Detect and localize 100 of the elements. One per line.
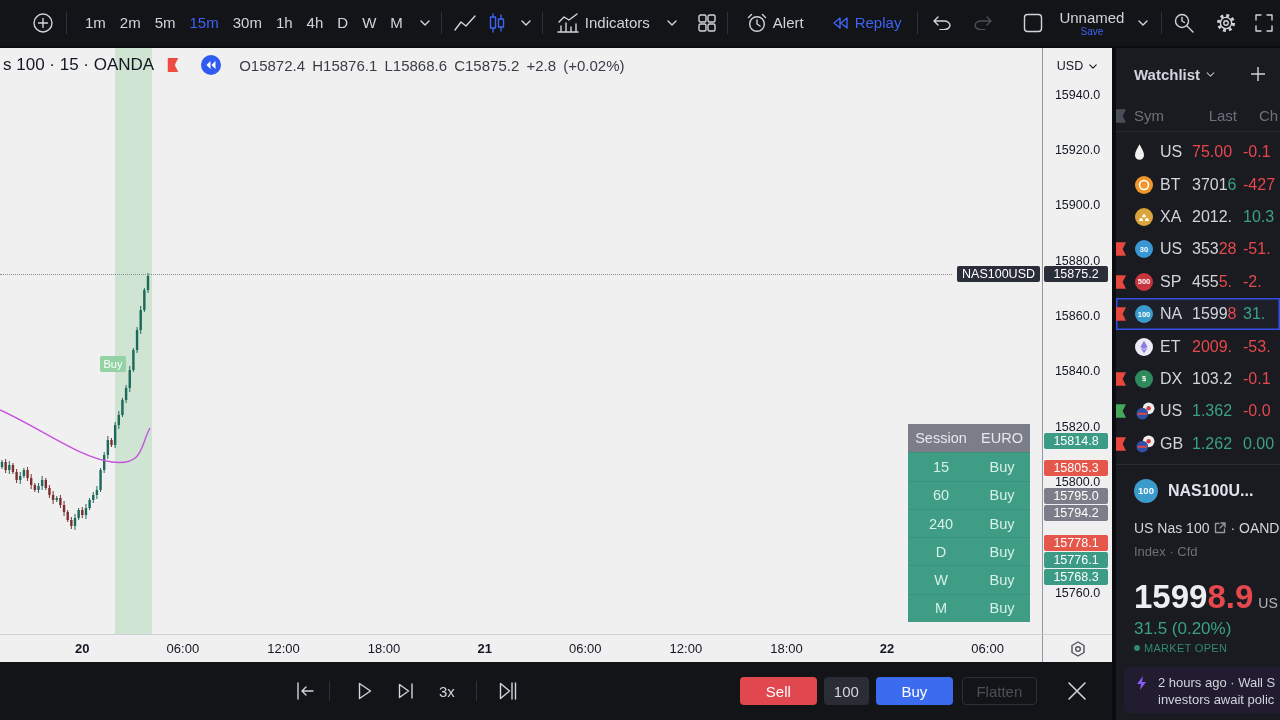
flag-icon[interactable] — [1116, 371, 1126, 386]
time-label: 18:00 — [770, 641, 803, 656]
table-cell: M — [908, 593, 974, 623]
time-label: 12:00 — [267, 641, 300, 656]
alarm-clock-icon — [746, 13, 767, 33]
symbol-text: ET — [1160, 337, 1182, 356]
symbol-text: US — [1160, 240, 1184, 259]
interval-button[interactable]: D — [330, 10, 356, 36]
symbol-text: US — [1160, 402, 1184, 421]
speed-button[interactable]: 3x — [435, 680, 459, 702]
sell-button[interactable]: Sell — [739, 677, 817, 705]
symbol-text: GB — [1160, 434, 1185, 453]
alert-button[interactable]: Alert — [746, 13, 804, 33]
layout-name[interactable]: Unnamed — [1059, 8, 1125, 26]
column-header[interactable]: Last — [1208, 107, 1237, 124]
flag-icon[interactable] — [167, 58, 180, 72]
flag-pair-icon — [1135, 402, 1155, 421]
symbol-badge: 100 — [1134, 478, 1158, 503]
flag-icon[interactable] — [1116, 307, 1126, 322]
last-price: 2009. — [1192, 337, 1234, 356]
price-change: -0.1 — [1243, 143, 1272, 162]
last-price: 15998 — [1192, 305, 1238, 324]
last-price: 75.00 — [1192, 143, 1234, 162]
price-change: 0.00 — [1243, 434, 1276, 453]
flag-icon[interactable] — [1116, 274, 1126, 289]
price-change: 31. — [1243, 305, 1267, 324]
rewind-icon[interactable] — [201, 55, 222, 75]
chevron-down-icon[interactable] — [1138, 20, 1149, 26]
price-change: -53. — [1243, 337, 1272, 356]
buy-marker: Buy — [100, 356, 126, 372]
ohlc-values: O15872.4 H15876.1 L15868.6 C15875.2 +2.8 (+0.02%) — [239, 56, 625, 74]
table-cell: Buy — [974, 480, 1030, 509]
step-forward-icon[interactable] — [398, 683, 414, 699]
chevron-down-icon[interactable] — [666, 20, 677, 26]
price-tick: 15920.0 — [1053, 143, 1102, 157]
interval-button[interactable]: 1h — [268, 10, 300, 36]
interval-button[interactable]: 4h — [299, 10, 331, 36]
chevron-down-icon[interactable] — [419, 20, 430, 26]
close-icon[interactable] — [1067, 682, 1086, 700]
table-cell: 15 — [908, 452, 974, 481]
price-tick: 15800.0 — [1053, 475, 1102, 489]
save-link[interactable]: Save — [1080, 25, 1104, 38]
price-label: 15814.8 — [1044, 433, 1108, 450]
market-status: MARKET OPEN — [1144, 641, 1228, 654]
time-label: 06:00 — [971, 641, 1004, 656]
search-icon[interactable] — [1174, 13, 1195, 33]
plus-icon[interactable] — [1251, 67, 1265, 81]
undo-icon[interactable] — [933, 16, 952, 30]
grid-icon[interactable] — [697, 14, 716, 32]
watchlist-row[interactable]: GB 1.262 0.00 — [1116, 427, 1280, 460]
price-change: -427 — [1243, 175, 1277, 194]
square-icon[interactable] — [1023, 13, 1044, 33]
settings-icon[interactable] — [1216, 13, 1237, 33]
interval-button[interactable]: 5m — [147, 10, 183, 36]
time-label: 20 — [75, 641, 90, 656]
line-chart-icon[interactable] — [453, 15, 476, 31]
symbol-text: US — [1160, 143, 1184, 162]
watchlist-row[interactable]: US 1.362 -0.0 — [1116, 395, 1280, 428]
indicators-button[interactable]: Indicators — [556, 13, 650, 33]
watchlist-title[interactable]: Watchlist — [1134, 65, 1201, 83]
chevron-down-icon[interactable] — [520, 20, 531, 26]
last-price: 1.362 — [1192, 402, 1234, 421]
skip-forward-icon[interactable] — [498, 682, 517, 700]
interval-button[interactable]: 15m — [182, 10, 226, 36]
table-cell: W — [908, 565, 974, 594]
watchlist-row[interactable]: BT 37016 -427 — [1116, 168, 1280, 201]
hexagon-icon[interactable] — [1069, 640, 1086, 657]
replay-button[interactable]: Replay — [831, 13, 902, 33]
buy-button[interactable]: Buy — [875, 677, 953, 705]
jump-back-icon[interactable] — [296, 682, 314, 700]
column-header[interactable]: Sym — [1130, 107, 1164, 124]
price-change: 31.5 (0.20%) — [1134, 618, 1232, 639]
news-card[interactable]: 2 hours ago · Wall S investors await polic — [1124, 666, 1280, 713]
price-tick: 15880.0 — [1053, 254, 1102, 268]
chevron-down-icon[interactable] — [1206, 71, 1216, 77]
external-link-icon[interactable] — [1214, 521, 1227, 534]
interval-button[interactable]: 1m — [78, 10, 113, 36]
table-header-cell: EURO — [974, 424, 1030, 453]
column-header[interactable]: Ch — [1259, 107, 1279, 124]
table-cell: Buy — [974, 565, 1030, 594]
quantity-field[interactable]: 100 — [823, 677, 869, 705]
watchlist-row[interactable]: ET 2009. -53. — [1116, 330, 1280, 363]
play-icon[interactable] — [358, 682, 372, 700]
last-price: 1.262 — [1192, 434, 1234, 453]
table-header-cell: Session — [908, 424, 974, 453]
fullscreen-icon[interactable] — [1255, 14, 1274, 32]
interval-button[interactable]: M — [383, 10, 410, 36]
interval-button[interactable]: 30m — [225, 10, 269, 36]
flag-icon[interactable] — [1116, 242, 1126, 257]
plus-circle-icon[interactable] — [33, 13, 53, 33]
watchlist-row[interactable]: XA 2012. 10.3 — [1116, 200, 1280, 234]
interval-button[interactable]: W — [355, 10, 384, 36]
flag-icon[interactable] — [1116, 436, 1126, 451]
currency-dropdown[interactable]: USD — [1048, 56, 1106, 76]
watchlist-row[interactable]: US 75.00 -0.1 — [1116, 136, 1280, 169]
interval-button[interactable]: 2m — [112, 10, 148, 36]
instrument-type: Index · Cfd — [1134, 543, 1198, 560]
table-cell: Buy — [974, 593, 1030, 623]
candlestick-icon[interactable] — [488, 13, 505, 33]
flag-icon[interactable] — [1116, 404, 1126, 419]
